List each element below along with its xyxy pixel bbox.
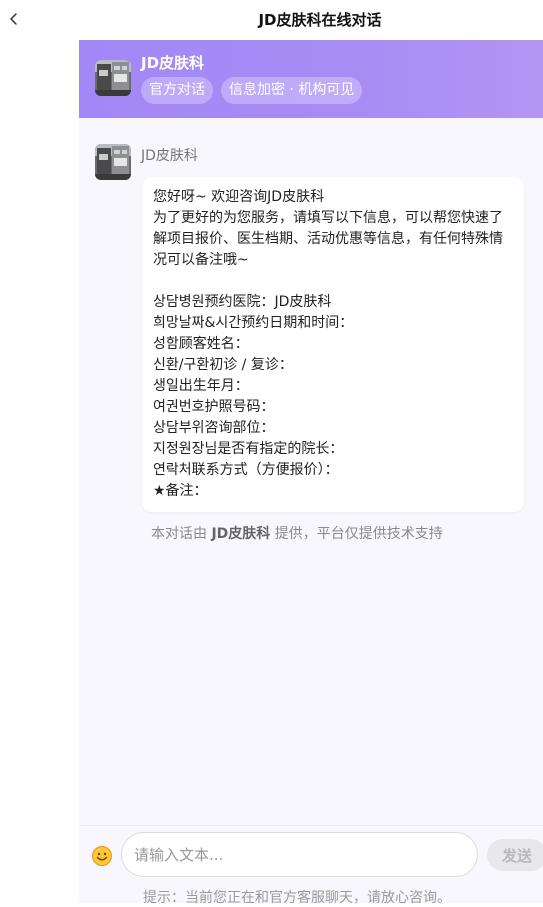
- form-line-hospital: 상담병원预约医院：JD皮肤科: [153, 294, 332, 310]
- message-input[interactable]: [121, 832, 478, 877]
- provider-note: 本对话由 JD皮肤科 提供，平台仅提供技术支持: [151, 523, 443, 543]
- clinic-building-image: [95, 60, 131, 96]
- smiley-icon: [92, 846, 112, 866]
- clinic-avatar[interactable]: [95, 60, 131, 96]
- provider-note-brand: JD皮肤科: [211, 526, 271, 542]
- sender-avatar[interactable]: [95, 144, 131, 180]
- form-line-area: 상담부위咨询部位：: [153, 420, 275, 436]
- form-line-director: 지정원장님是否有指定的院长：: [153, 441, 344, 457]
- chat-header: JD皮肤科 官方对话 信息加密 · 机构可见: [79, 40, 543, 118]
- sender-name: JD皮肤科: [141, 148, 198, 164]
- clinic-building-image: [95, 144, 131, 180]
- form-line-birthday: 생일出生年月：: [153, 378, 249, 394]
- provider-note-prefix: 本对话由: [151, 526, 207, 542]
- message-instructions: 为了更好的为您服务，请填写以下信息，可以帮您快速了解项目报价、医生档期、活动优惠…: [153, 210, 503, 268]
- top-bar: JD皮肤科在线对话: [0, 0, 543, 40]
- clinic-name: JD皮肤科: [141, 54, 205, 72]
- form-line-datetime: 희망날짜&시간预约日期和时间：: [153, 315, 354, 331]
- chevron-left-icon: [10, 13, 17, 25]
- composer-tip: 提示：当前您正在和官方客服聊天，请放心咨询。: [143, 890, 451, 906]
- message-spacer: [153, 271, 513, 292]
- send-button[interactable]: 发送: [487, 839, 543, 871]
- message-bubble: 您好呀~ 欢迎咨询JD皮肤科 为了更好的为您服务，请填写以下信息，可以帮您快速了…: [142, 177, 524, 512]
- form-line-visit-type: 신환/구환初诊 / 复诊：: [153, 357, 293, 373]
- provider-note-suffix: 提供，平台仅提供技术支持: [274, 526, 443, 542]
- form-line-notes: ★备注：: [153, 483, 208, 499]
- header-tags: 官方对话 信息加密 · 机构可见: [141, 77, 363, 104]
- message-greeting: 您好呀~ 欢迎咨询JD皮肤科: [153, 189, 325, 205]
- page-title: JD皮肤科在线对话: [258, 11, 382, 29]
- composer: 发送 提示：当前您正在和官方客服聊天，请放心咨询。: [79, 825, 543, 906]
- form-line-contact: 연락처联系方式（方便报价）：: [153, 462, 339, 478]
- emoji-button[interactable]: [91, 845, 113, 867]
- official-tag: 官方对话: [141, 77, 213, 104]
- form-line-passport: 여권번호护照号码：: [153, 399, 275, 415]
- form-line-name: 성함顾客姓名：: [153, 336, 249, 352]
- encryption-tag: 信息加密 · 机构可见: [221, 77, 363, 104]
- back-button[interactable]: [4, 8, 24, 30]
- chat-panel: JD皮肤科 官方对话 信息加密 · 机构可见 JD皮肤科 您好呀~ 欢迎咨询JD…: [79, 40, 543, 906]
